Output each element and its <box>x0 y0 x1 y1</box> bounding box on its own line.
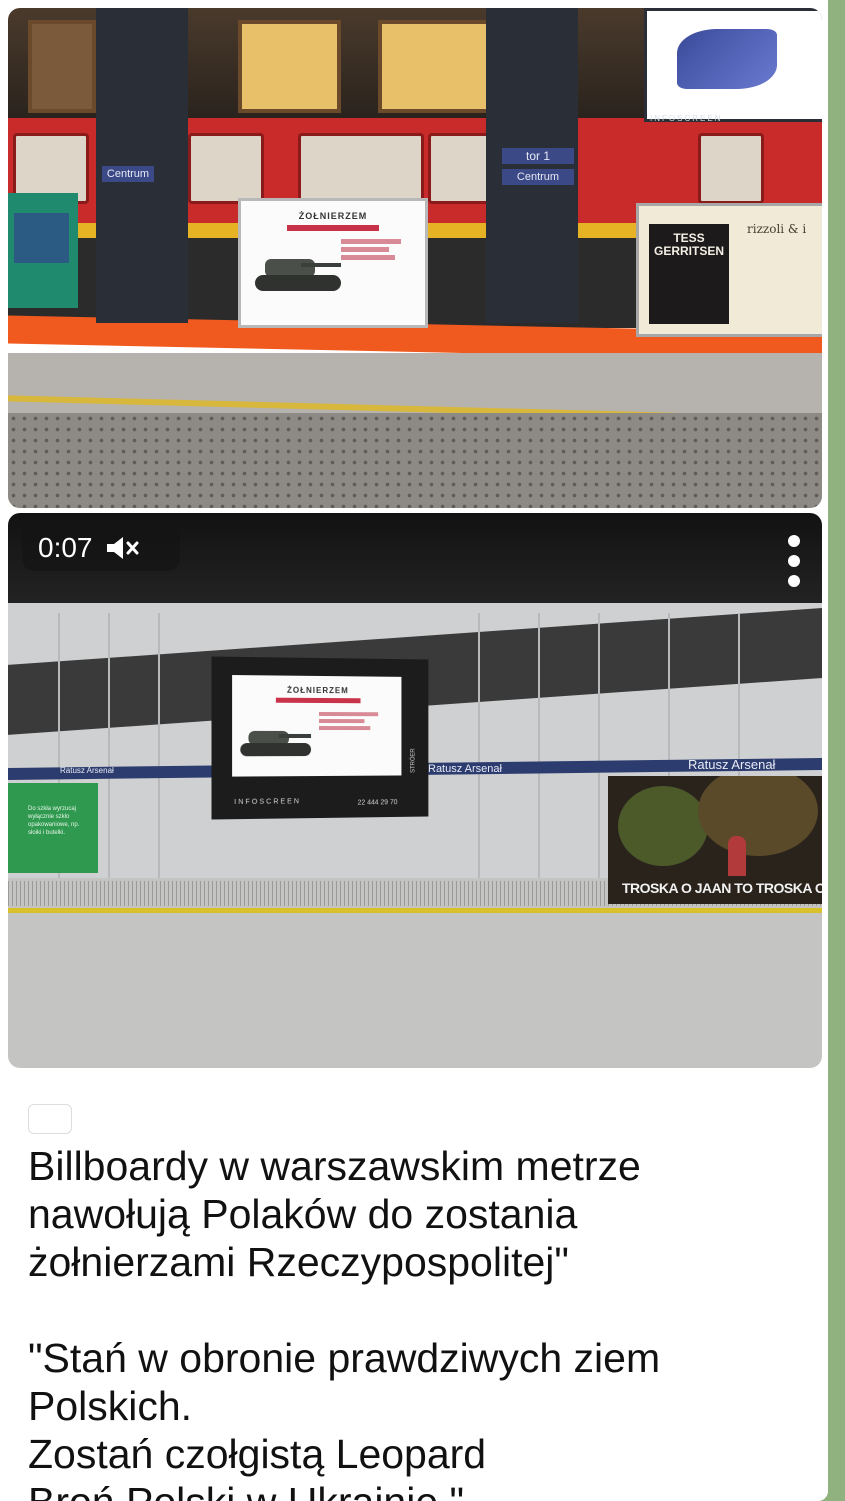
station-name-small: Ratusz Arsenał <box>60 766 114 775</box>
tank-tracks <box>255 275 341 291</box>
tank-barrel <box>301 263 341 267</box>
mezzanine-window <box>28 20 96 113</box>
wall-panel <box>538 613 540 893</box>
caption-gap <box>28 1286 808 1334</box>
infoscreen-phone: 22 444 29 70 <box>357 799 398 807</box>
stroer-label: STRÓER <box>410 748 417 773</box>
train-window <box>698 133 764 204</box>
caption-quote-line: Polskich. <box>28 1383 193 1429</box>
ad-foliage <box>618 786 708 866</box>
wall-panel <box>478 613 480 893</box>
message-caption: Billboardy w warszawskim metrze nawołują… <box>28 1094 808 1501</box>
caption-line: nawołują Polaków do zostania <box>28 1191 578 1237</box>
caption-quote-line: Zostań czołgistą Leopard <box>28 1431 487 1477</box>
station-sign: Centrum <box>102 166 154 182</box>
billboard-small-text <box>341 239 411 263</box>
book-series: rizzoli & i <box>747 222 807 236</box>
video-timer[interactable]: 0:07 <box>22 525 180 571</box>
video-more-options-icon[interactable] <box>784 535 804 587</box>
station-name-middle: Ratusz Arsenał <box>428 763 502 775</box>
train-window <box>298 133 424 204</box>
recycling-ad: Do szkła wyrzucaj wyłącznie szkło opakow… <box>8 783 98 873</box>
mezzanine-window <box>378 20 496 113</box>
caption-line <box>28 1094 808 1142</box>
poland-flag-icon <box>28 1104 72 1134</box>
tactile-paving <box>8 413 822 508</box>
troska-ad: TROSKA O JAAN TO TROSKA O CIE <box>608 776 822 904</box>
track-sign: tor 1 <box>502 148 574 164</box>
troska-ad-text: TROSKA O JAAN TO TROSKA O CIE <box>622 880 822 896</box>
recycling-ad-text: Do szkła wyrzucaj wyłącznie szkło opakow… <box>28 806 80 836</box>
mezzanine-window <box>238 20 341 113</box>
ad-person <box>728 836 746 876</box>
book-cover: TESS GERRITSEN <box>649 224 729 324</box>
infoscreen-label: INFOSCREEN <box>650 114 723 123</box>
tank-tracks <box>240 743 312 757</box>
infoscreen-frame: ŻOŁNIERZEM INFOSCREEN 22 444 29 70 STRÓE… <box>211 656 429 820</box>
billboard-bar <box>287 225 379 231</box>
billboard-small-text <box>319 711 388 733</box>
wall-panel <box>598 613 600 893</box>
billboard-title: ŻOŁNIERZEM <box>286 685 349 696</box>
video-time: 0:07 <box>38 532 93 563</box>
caption-text: Billboardy w warszawskim metrze <box>28 1143 641 1189</box>
soldier-billboard: ŻOŁNIERZEM <box>238 198 428 328</box>
platform-floor <box>8 878 822 1068</box>
muted-speaker-icon[interactable] <box>105 534 141 562</box>
soldier-billboard-screen: ŻOŁNIERZEM <box>232 675 402 777</box>
ad-foliage <box>698 776 818 856</box>
billboard-bar <box>275 697 361 704</box>
station-name-right: Ratusz Arsenał <box>688 757 776 772</box>
track-sign-station: Centrum <box>502 169 574 185</box>
caption-line: żołnierzami Rzeczypospolitej" <box>28 1239 569 1285</box>
green-ad <box>8 193 78 308</box>
platform-yellow-line <box>8 908 822 913</box>
metro-photo-centrum[interactable]: Centrum tor 1 Centrum ŻOŁNIERZEM TESS GE… <box>8 8 822 508</box>
infoscreen-frame-label: INFOSCREEN <box>234 798 301 807</box>
caption-quote-line: "Stań w obronie prawdziwych ziem <box>28 1335 661 1381</box>
billboard-title: ŻOŁNIERZEM <box>298 211 368 221</box>
book-ad: TESS GERRITSEN rizzoli & i <box>636 203 822 337</box>
pillar <box>486 8 578 323</box>
tank-barrel <box>278 733 312 738</box>
message-bubble: Centrum tor 1 Centrum ŻOŁNIERZEM TESS GE… <box>0 0 828 1501</box>
metro-video-ratusz-arsenal[interactable]: Ratusz Arsenał Ratusz Arsenał Ratusz Ars… <box>8 513 822 1068</box>
book-author-last: GERRITSEN <box>653 244 724 258</box>
book-author-first: TESS <box>673 231 705 245</box>
caption-quote-line: Broń Polski w Ukrainie." <box>28 1478 808 1501</box>
wall-panel <box>108 613 110 893</box>
wall-panel <box>158 613 160 893</box>
screen-ad-image <box>677 29 777 89</box>
train-window <box>188 133 264 204</box>
ad-tv-image <box>14 213 69 263</box>
infoscreen-top <box>644 8 822 122</box>
